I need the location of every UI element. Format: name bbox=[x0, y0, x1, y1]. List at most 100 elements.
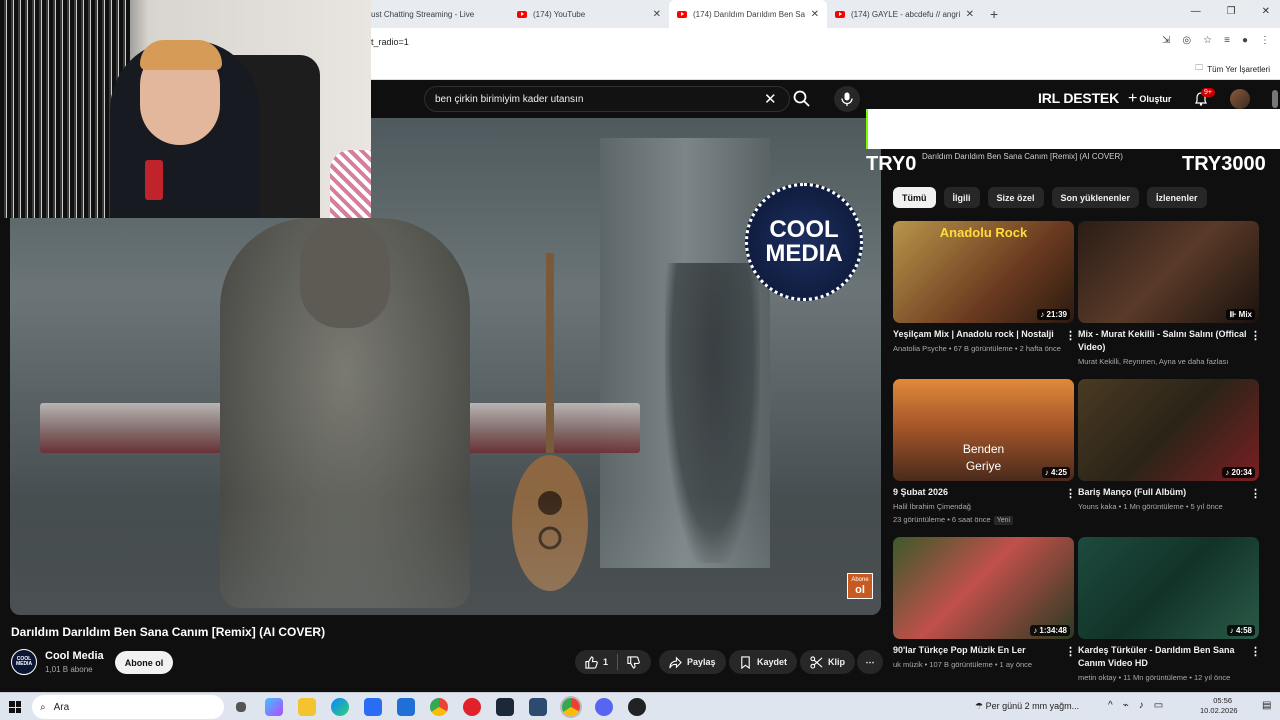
user-avatar[interactable] bbox=[1230, 89, 1250, 109]
opera-icon[interactable] bbox=[463, 698, 481, 716]
channel-avatar[interactable]: COOL MEDIA bbox=[11, 649, 37, 675]
taskbar-search-label: Ara bbox=[53, 701, 70, 713]
bookmarks-label: Tüm Yer İşaretleri bbox=[1207, 64, 1270, 74]
card-more-icon[interactable]: ⋮ bbox=[1250, 487, 1261, 500]
search-icon[interactable] bbox=[792, 89, 812, 109]
windows-start-icon[interactable] bbox=[9, 701, 21, 713]
star-icon[interactable]: ☆ bbox=[1203, 35, 1212, 46]
discord-icon[interactable] bbox=[595, 698, 613, 716]
obs-icon[interactable] bbox=[628, 698, 646, 716]
file-explorer-icon[interactable] bbox=[298, 698, 316, 716]
chip-recent[interactable]: Son yüklenenler bbox=[1051, 187, 1140, 208]
card-more-icon[interactable]: ⋮ bbox=[1065, 329, 1076, 342]
tab-current-video[interactable]: (174) Darıldım Darıldım Ben Sana ✕ bbox=[669, 0, 827, 28]
video-card-title[interactable]: Bariş Manço (Full Albüm) bbox=[1078, 486, 1248, 499]
battery-icon[interactable]: ▭ bbox=[1154, 700, 1163, 711]
card-more-icon[interactable]: ⋮ bbox=[1065, 645, 1076, 658]
new-badge: Yeni bbox=[993, 516, 1014, 525]
system-clock[interactable]: 05:56 10.02.2026 bbox=[1200, 696, 1238, 716]
media-icon[interactable]: ≡ bbox=[1224, 35, 1230, 46]
chip-watched[interactable]: İzlenenler bbox=[1147, 187, 1207, 208]
card-channel[interactable]: metin oktay bbox=[1078, 673, 1116, 682]
dislike-icon[interactable] bbox=[627, 655, 640, 669]
network-icon[interactable]: ⌁ bbox=[1123, 700, 1129, 711]
copilot-icon[interactable] bbox=[265, 698, 283, 716]
video-thumbnail[interactable]: ♪ 1:34:48 bbox=[893, 537, 1074, 639]
steam-icon[interactable] bbox=[496, 698, 514, 716]
task-view-icon[interactable] bbox=[236, 702, 246, 712]
install-icon[interactable]: ⇲ bbox=[1162, 35, 1170, 46]
close-icon[interactable]: ✕ bbox=[811, 9, 819, 20]
more-actions-button[interactable]: ⋯ bbox=[857, 650, 883, 674]
create-button[interactable]: + Oluştur bbox=[1122, 88, 1177, 110]
restore-icon[interactable]: ❐ bbox=[1227, 6, 1236, 17]
chrome-active-icon[interactable] bbox=[562, 698, 580, 716]
profile-icon[interactable]: ● bbox=[1242, 35, 1248, 46]
voice-search-button[interactable] bbox=[834, 86, 860, 112]
like-dislike-group: 1 bbox=[575, 650, 651, 674]
chip-related[interactable]: İlgili bbox=[943, 187, 980, 208]
video-card-title[interactable]: Yeşilçam Mix | Anadolu rock | Nostalji bbox=[893, 328, 1063, 341]
video-card-title[interactable]: Mix - Murat Kekilli - Salını Salını (Off… bbox=[1078, 328, 1248, 354]
duration-badge: ♪ 1:34:48 bbox=[1030, 625, 1070, 636]
recommended-video-card[interactable]: ♪ 20:34 Bariş Manço (Full Albüm) Youns k… bbox=[1078, 379, 1261, 529]
card-stats: 1 Mn görüntüleme • 5 yıl önce bbox=[1123, 502, 1223, 511]
card-more-icon[interactable]: ⋮ bbox=[1065, 487, 1076, 500]
card-channel[interactable]: Anatolia Psyche bbox=[893, 344, 947, 353]
recommended-video-card[interactable]: ⊪ Mix Mix - Murat Kekilli - Salını Salın… bbox=[1078, 221, 1261, 371]
tab-youtube-home[interactable]: (174) YouTube ✕ bbox=[509, 0, 669, 28]
recommended-video-card[interactable]: Anadolu Rock ♪ 21:39 Yeşilçam Mix | Anad… bbox=[893, 221, 1076, 371]
share-icon bbox=[669, 656, 682, 668]
card-channel[interactable]: Youns kaka bbox=[1078, 502, 1117, 511]
recommended-video-card[interactable]: ♪ 1:34:48 90'lar Türkçe Pop Müzik En Ler… bbox=[893, 537, 1076, 687]
screen: ust Chatting Streaming - Live (174) YouT… bbox=[0, 0, 1280, 720]
tab-gayle[interactable]: (174) GAYLE - abcdefu // angrier ✕ bbox=[827, 0, 982, 28]
app-icon[interactable] bbox=[529, 698, 547, 716]
edge-icon[interactable] bbox=[331, 698, 349, 716]
card-more-icon[interactable]: ⋮ bbox=[1250, 645, 1261, 658]
like-icon[interactable] bbox=[585, 655, 598, 669]
minimize-icon[interactable]: — bbox=[1191, 6, 1201, 17]
share-button[interactable]: Paylaş bbox=[659, 650, 726, 674]
taskbar-search[interactable]: ⌕ Ara bbox=[32, 695, 224, 719]
menu-icon[interactable]: ⋮ bbox=[1260, 35, 1270, 46]
subscribe-button[interactable]: Abone ol bbox=[115, 651, 173, 674]
eye-off-icon[interactable]: ◎ bbox=[1182, 35, 1191, 46]
chip-for-you[interactable]: Size özel bbox=[987, 187, 1044, 208]
channel-name[interactable]: Cool Media bbox=[45, 650, 104, 662]
card-more-icon[interactable]: ⋮ bbox=[1250, 329, 1261, 342]
close-icon[interactable]: ✕ bbox=[653, 9, 661, 20]
clear-search-icon[interactable]: ✕ bbox=[764, 90, 777, 108]
subscribe-watermark[interactable]: Abone ol bbox=[847, 573, 873, 599]
close-icon[interactable]: ✕ bbox=[966, 9, 974, 20]
chip-all[interactable]: Tümü bbox=[893, 187, 936, 208]
chrome-icon[interactable] bbox=[430, 698, 448, 716]
mail-icon[interactable] bbox=[397, 698, 415, 716]
new-tab-icon[interactable]: + bbox=[990, 6, 998, 22]
url-field[interactable]: t_radio=1 bbox=[371, 37, 409, 47]
card-channel[interactable]: uk müzik bbox=[893, 660, 923, 669]
video-thumbnail[interactable]: Anadolu Rock ♪ 21:39 bbox=[893, 221, 1074, 323]
notification-center-icon[interactable]: ▤ bbox=[1262, 700, 1271, 711]
video-thumbnail[interactable]: ♪ 20:34 bbox=[1078, 379, 1259, 481]
all-bookmarks[interactable]: 🗀 Tüm Yer İşaretleri bbox=[1195, 62, 1270, 76]
page-scrollbar[interactable] bbox=[1272, 90, 1278, 108]
card-channel[interactable]: Halil İbrahim Çimendağ bbox=[893, 502, 971, 511]
save-button[interactable]: Kaydet bbox=[729, 650, 798, 674]
search-input[interactable]: ben çirkin birimiyim kader utansın bbox=[424, 86, 790, 112]
video-card-title[interactable]: Kardeş Türküler - Darıldım Ben Sana Canı… bbox=[1078, 644, 1248, 670]
chevron-up-icon[interactable]: ^ bbox=[1108, 700, 1113, 711]
bookmark-icon bbox=[741, 655, 750, 669]
clip-button[interactable]: Klip bbox=[800, 650, 855, 674]
video-thumbnail[interactable]: ⊪ Mix bbox=[1078, 221, 1259, 323]
video-card-title[interactable]: 90'lar Türkçe Pop Müzik En Ler bbox=[893, 644, 1063, 657]
store-icon[interactable] bbox=[364, 698, 382, 716]
speaker-icon[interactable]: ♪ bbox=[1139, 700, 1144, 711]
video-card-title[interactable]: 9 Şubat 2026 bbox=[893, 486, 1063, 499]
recommended-video-card[interactable]: ♪ 4:58 Kardeş Türküler - Darıldım Ben Sa… bbox=[1078, 537, 1261, 687]
recommended-video-card[interactable]: Benden Geriye ♪ 4:25 9 Şubat 2026 Halil … bbox=[893, 379, 1076, 529]
weather-widget[interactable]: ☂ Per günü 2 mm yağm... bbox=[975, 701, 1079, 712]
video-thumbnail[interactable]: Benden Geriye ♪ 4:25 bbox=[893, 379, 1074, 481]
close-window-icon[interactable]: ✕ bbox=[1262, 6, 1270, 17]
video-thumbnail[interactable]: ♪ 4:58 bbox=[1078, 537, 1259, 639]
